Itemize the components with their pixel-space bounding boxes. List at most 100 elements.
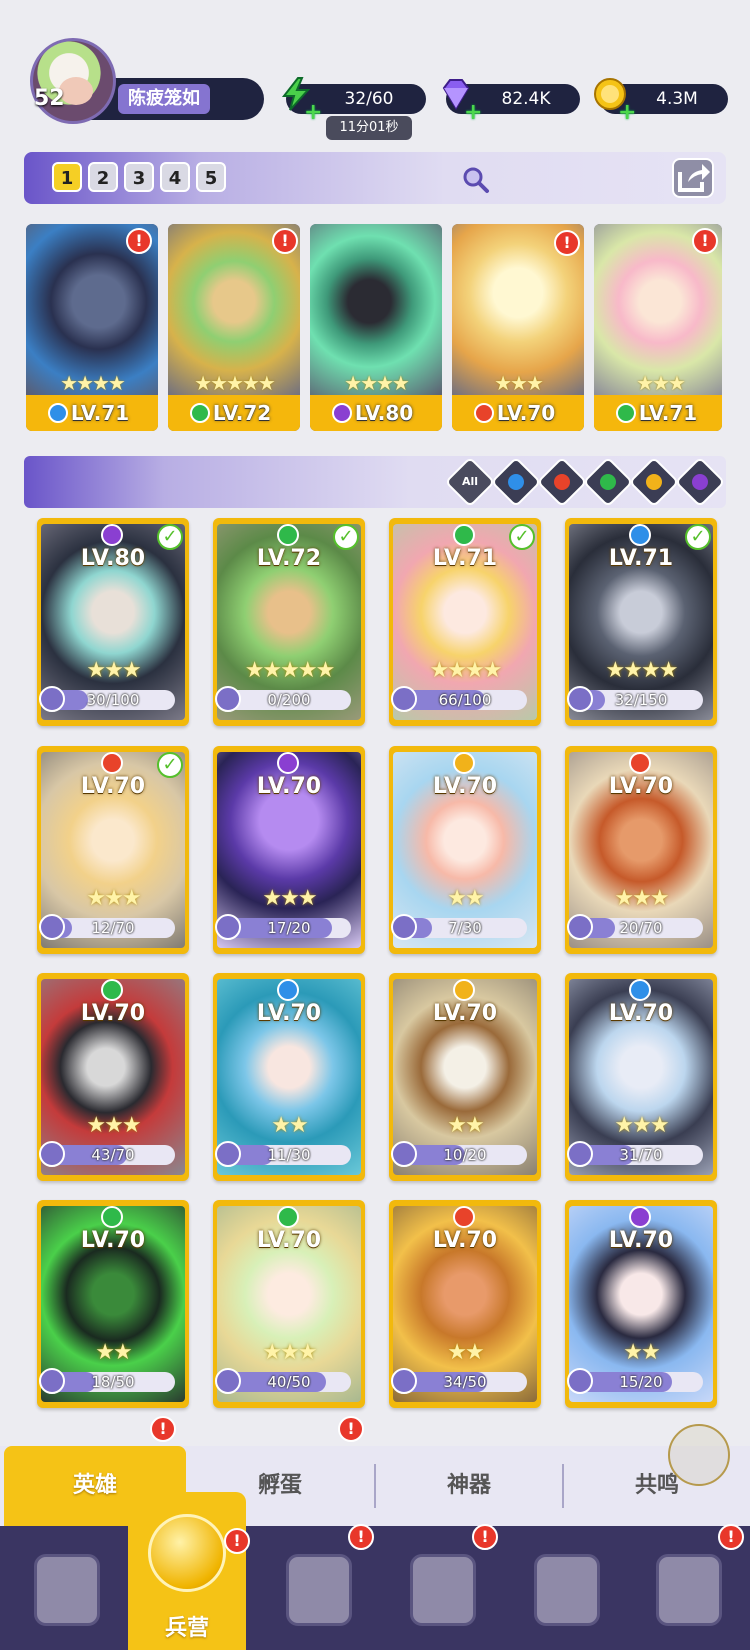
star-rating: ★★★★ [605,658,679,683]
filter-dark-button[interactable] [674,456,726,508]
energy-value: 32/60 [344,89,394,109]
hero-card[interactable]: LV.70 ★★ 7/30 [389,746,541,954]
share-button[interactable] [672,158,714,198]
tab-artifacts[interactable]: 神器 [376,1446,562,1526]
floating-orb-button[interactable] [668,1424,730,1486]
hero-card[interactable]: LV.70 ★★★ 40/50 [213,1200,365,1408]
nav-barracks[interactable]: 兵营 [128,1492,246,1650]
star-rating: ★★★★ [429,658,503,683]
gold-plus-icon[interactable]: + [618,98,636,128]
nature-element-icon [453,524,475,546]
hero-card[interactable]: LV.70 ✓ ★★★ 12/70 [37,746,189,954]
hero-card[interactable]: LV.70 ★★★ 31/70 [565,973,717,1181]
team-tab-4[interactable]: 4 [160,162,190,192]
hero-shard-icon [567,1141,593,1167]
alert-badge: ! [272,228,298,254]
hero-card[interactable]: LV.70 ★★ 15/20 [565,1200,717,1408]
gems-plus-icon[interactable]: + [464,98,482,128]
hero-level: LV.70 [496,401,556,425]
team-tab-2[interactable]: 2 [88,162,118,192]
nature-element-icon [190,403,210,423]
energy-counter[interactable]: + 32/60 [281,77,426,125]
hero-card[interactable]: LV.70 ★★★ 17/20 [213,746,365,954]
mushroom-house-icon [534,1554,600,1626]
gold-counter[interactable]: + 4.3M [594,78,728,125]
nav-cards[interactable] [4,1526,128,1650]
energy-timer: 11分01秒 [326,116,412,140]
tab-label: 英雄 [72,1473,117,1498]
hero-shard-icon [567,686,593,712]
alert-badge: ! [692,228,718,254]
star-rating: ★★★ [86,1113,141,1138]
hero-level: LV.70 [432,774,498,799]
star-rating: ★★★★ [344,371,410,395]
star-rating: ★★ [623,1340,660,1365]
shard-progress-bar: 66/100 [403,690,527,710]
in-team-check-icon: ✓ [157,752,183,778]
alert-badge: ! [126,228,152,254]
search-icon[interactable] [460,164,490,194]
shard-progress-text: 40/50 [267,1373,311,1391]
nature-element-icon [277,1206,299,1228]
hero-shard-icon [215,1368,241,1394]
shard-progress-bar: 10/20 [403,1145,527,1165]
filter-all-button[interactable]: All [444,456,496,508]
alert-badge: ! [224,1528,250,1554]
star-rating: ★★★★ [60,371,126,395]
roster-tabs: 英雄 ! 孵蛋 ! 神器 共鸣 [0,1416,750,1526]
hero-card[interactable]: LV.72 ✓ ★★★★★ 0/200 [213,518,365,726]
shard-progress-bar: 20/70 [579,918,703,938]
hero-card[interactable]: LV.70 ★★ 11/30 [213,973,365,1181]
alert-badge: ! [338,1416,364,1442]
energy-plus-icon[interactable]: + [304,98,322,128]
gems-counter[interactable]: + 82.4K [442,79,580,125]
star-rating: ★★★ [262,1340,317,1365]
hero-card[interactable]: LV.80 ✓ ★★★ 30/100 [37,518,189,726]
hero-card[interactable]: LV.70 ★★ 18/50 [37,1200,189,1408]
filter-nature-button[interactable] [582,456,634,508]
team-tab-1[interactable]: 1 [52,162,82,192]
team-hero-card-2[interactable]: ! ★★★★★ LV.72 [168,224,300,431]
tab-label: 孵蛋 [257,1473,302,1498]
team-hero-card-1[interactable]: ! ★★★★ LV.71 [26,224,158,431]
shard-progress-bar: 40/50 [227,1372,351,1392]
team-tab-5[interactable]: 5 [196,162,226,192]
gold-value: 4.3M [656,89,698,109]
filter-fire-button[interactable] [536,456,588,508]
shard-progress-bar: 0/200 [227,690,351,710]
alert-badge: ! [472,1524,498,1550]
nature-element-icon [616,403,636,423]
team-hero-card-3[interactable]: ★★★★ LV.80 [310,224,442,431]
filter-water-button[interactable] [490,456,542,508]
in-team-check-icon: ✓ [685,524,711,550]
nature-element-icon [277,524,299,546]
team-hero-card-4[interactable]: ! ★★★ LV.70 [452,224,584,431]
hero-card[interactable]: LV.70 ★★★ 43/70 [37,973,189,1181]
hero-level: LV.70 [432,1228,498,1253]
hero-card[interactable]: LV.70 ★★ 34/50 [389,1200,541,1408]
water-element-icon [629,524,651,546]
hero-shard-icon [391,914,417,940]
nav-mushroom-house[interactable] [504,1526,628,1650]
shard-progress-bar: 12/70 [51,918,175,938]
tab-label: 神器 [446,1473,491,1498]
leaf-icon [596,470,620,494]
team-hero-card-5[interactable]: ! ★★★ LV.71 [594,224,722,431]
hero-card[interactable]: LV.71 ✓ ★★★★ 66/100 [389,518,541,726]
light-element-icon [453,979,475,1001]
gems-value: 82.4K [501,89,551,109]
hero-level: LV.70 [80,774,146,799]
hero-card[interactable]: LV.70 ★★★ 20/70 [565,746,717,954]
team-tab-3[interactable]: 3 [124,162,154,192]
hero-level: LV.70 [608,774,674,799]
share-icon [678,164,710,192]
hero-card[interactable]: LV.71 ✓ ★★★★ 32/150 [565,518,717,726]
player-name-plate[interactable]: 陈疲笼如 [90,78,264,120]
shard-progress-bar: 43/70 [51,1145,175,1165]
filter-light-button[interactable] [628,456,680,508]
shard-progress-text: 17/20 [267,919,311,937]
water-drop-icon [504,470,528,494]
hero-level: LV.70 [80,1001,146,1026]
hero-card[interactable]: LV.70 ★★ 10/20 [389,973,541,1181]
shard-progress-text: 20/70 [619,919,663,937]
